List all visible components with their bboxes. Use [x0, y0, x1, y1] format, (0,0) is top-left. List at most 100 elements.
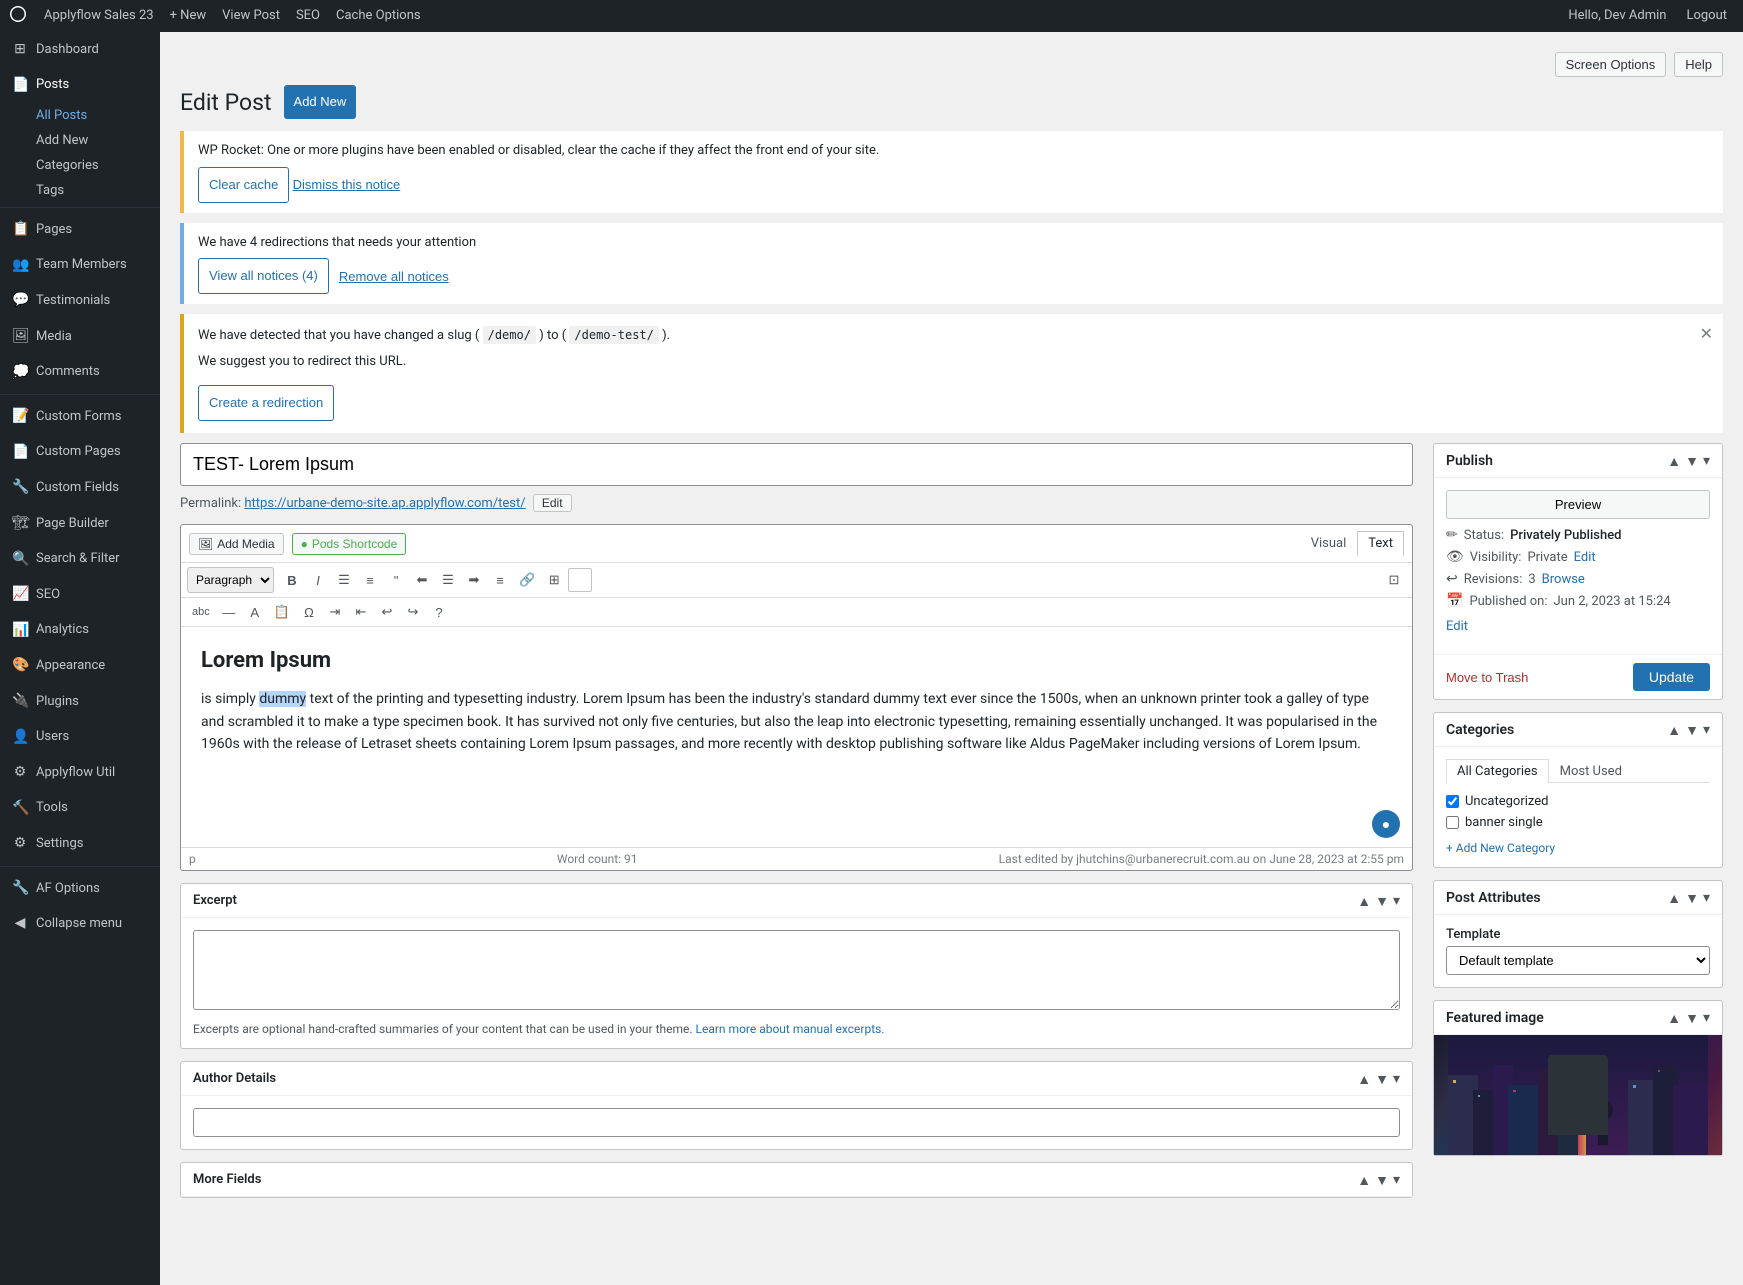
categories-expand-down[interactable]: ▼	[1685, 721, 1699, 738]
add-media-button[interactable]: 🖼 Add Media	[189, 533, 284, 555]
category-checkbox-uncategorized[interactable]	[1446, 795, 1459, 808]
sidebar-item-pages[interactable]: 📋 Pages	[0, 212, 160, 248]
most-used-tab[interactable]: Most Used	[1549, 759, 1633, 783]
seo-menu[interactable]: SEO	[288, 0, 328, 32]
blockquote-button[interactable]: "	[384, 568, 408, 592]
sidebar-item-comments[interactable]: 💭 Comments	[0, 355, 160, 391]
clear-cache-button[interactable]: Clear cache	[198, 167, 289, 203]
post-title-input[interactable]	[180, 443, 1413, 486]
featured-image-expand-down[interactable]: ▼	[1685, 1009, 1699, 1026]
add-new-button[interactable]: Add New	[284, 85, 357, 119]
sidebar-item-users[interactable]: 👤 Users	[0, 720, 160, 756]
more-fields-collapse[interactable]: ▾	[1393, 1171, 1400, 1188]
categories-expand-up[interactable]: ▲	[1667, 721, 1681, 738]
post-attributes-expand-up[interactable]: ▲	[1667, 889, 1681, 906]
paragraph-selector[interactable]: Paragraph	[187, 567, 274, 593]
table-button[interactable]: ⊞	[542, 568, 566, 592]
excerpt-learn-more[interactable]: Learn more about manual excerpts.	[696, 1022, 885, 1036]
sidebar-item-collapse[interactable]: ◀ Collapse menu	[0, 906, 160, 942]
excerpt-metabox-header[interactable]: Excerpt ▲ ▼ ▾	[181, 884, 1412, 918]
help-button[interactable]: Help	[1674, 52, 1723, 77]
special-char-button[interactable]: Ω	[297, 600, 321, 624]
paste-text-button[interactable]: 📋	[269, 600, 295, 624]
unordered-list-button[interactable]: ☰	[332, 568, 356, 592]
categories-collapse[interactable]: ▾	[1703, 721, 1710, 738]
italic-button[interactable]: I	[306, 568, 330, 592]
featured-image-expand-up[interactable]: ▲	[1667, 1009, 1681, 1026]
view-all-notices-button[interactable]: View all notices (4)	[198, 258, 329, 294]
sidebar-item-dashboard[interactable]: ⊞ Dashboard	[0, 32, 160, 68]
update-button[interactable]: Update	[1633, 663, 1710, 691]
template-select[interactable]: Default template	[1446, 946, 1710, 975]
sidebar-item-af-options[interactable]: 🔧 AF Options	[0, 871, 160, 907]
pods-shortcode-button[interactable]: ● Pods Shortcode	[292, 533, 407, 555]
visibility-edit-link[interactable]: Edit	[1574, 550, 1596, 565]
sidebar-item-team-members[interactable]: 👥 Team Members	[0, 248, 160, 284]
hr-button[interactable]: —	[217, 600, 241, 624]
edit-slug-button[interactable]: Edit	[533, 494, 572, 512]
redo-button[interactable]: ↪	[401, 600, 425, 624]
new-button[interactable]: + New	[162, 0, 215, 32]
sidebar-item-testimonials[interactable]: 💬 Testimonials	[0, 283, 160, 319]
visual-tab[interactable]: Visual	[1300, 531, 1358, 556]
align-left-button[interactable]: ⬅	[410, 568, 434, 592]
sidebar-item-analytics[interactable]: 📊 Analytics	[0, 613, 160, 649]
sidebar-item-custom-fields[interactable]: 🔧 Custom Fields	[0, 470, 160, 506]
author-expand-down[interactable]: ▼	[1375, 1070, 1389, 1087]
align-center-button[interactable]: ☰	[436, 568, 460, 592]
sidebar-item-all-posts[interactable]: All Posts	[0, 103, 160, 128]
featured-image-collapse[interactable]: ▾	[1703, 1009, 1710, 1026]
indent-button[interactable]: ⇥	[323, 600, 347, 624]
sidebar-item-settings[interactable]: ⚙ Settings	[0, 826, 160, 862]
revisions-browse-link[interactable]: Browse	[1542, 572, 1585, 587]
published-edit-link[interactable]: Edit	[1446, 619, 1468, 634]
sidebar-item-categories[interactable]: Categories	[0, 153, 160, 178]
sidebar-item-posts[interactable]: 📄 Posts	[0, 68, 160, 104]
move-to-trash-button[interactable]: Move to Trash	[1446, 670, 1528, 685]
publish-collapse[interactable]: ▾	[1703, 452, 1710, 469]
sidebar-item-add-new[interactable]: Add New	[0, 128, 160, 153]
editor-body[interactable]: Lorem Ipsum is simply dummy text of the …	[181, 627, 1412, 847]
outdent-button[interactable]: ⇤	[349, 600, 373, 624]
featured-image-body[interactable]	[1434, 1035, 1722, 1155]
more-fields-expand-down[interactable]: ▼	[1375, 1171, 1389, 1188]
more-fields-header[interactable]: More Fields ▲ ▼ ▾	[181, 1163, 1412, 1197]
publish-expand-down[interactable]: ▼	[1685, 452, 1699, 469]
strikethrough-button[interactable]: abc	[187, 600, 215, 624]
sidebar-item-custom-forms[interactable]: 📝 Custom Forms	[0, 399, 160, 435]
expand-toolbar-button[interactable]: ⊡	[1382, 568, 1406, 592]
author-collapse[interactable]: ▾	[1393, 1070, 1400, 1087]
more-fields-expand-up[interactable]: ▲	[1357, 1171, 1371, 1188]
slug-notice-close[interactable]: ✕	[1700, 324, 1713, 343]
preview-button[interactable]: Preview	[1446, 490, 1710, 519]
sidebar-item-applyflow-util[interactable]: ⚙ Applyflow Util	[0, 755, 160, 791]
editor-circle-button[interactable]: ●	[1372, 810, 1400, 838]
category-checkbox-banner-single[interactable]	[1446, 816, 1459, 829]
sidebar-item-media[interactable]: 🖼 Media	[0, 319, 160, 355]
author-input[interactable]	[193, 1108, 1400, 1137]
remove-all-notices-button[interactable]: Remove all notices	[339, 269, 449, 284]
sidebar-item-plugins[interactable]: 🔌 Plugins	[0, 684, 160, 720]
excerpt-collapse[interactable]: ▾	[1393, 892, 1400, 909]
site-name[interactable]: Applyflow Sales 23	[36, 0, 162, 32]
sidebar-item-appearance[interactable]: 🎨 Appearance	[0, 648, 160, 684]
color-button[interactable]	[568, 568, 592, 592]
bold-button[interactable]: B	[280, 568, 304, 592]
all-categories-tab[interactable]: All Categories	[1446, 759, 1549, 783]
post-attributes-expand-down[interactable]: ▼	[1685, 889, 1699, 906]
create-redirection-button[interactable]: Create a redirection	[198, 385, 334, 421]
excerpt-expand-down[interactable]: ▼	[1375, 892, 1389, 909]
publish-expand-up[interactable]: ▲	[1667, 452, 1681, 469]
view-post-link[interactable]: View Post	[214, 0, 288, 32]
sidebar-item-tools[interactable]: 🔨 Tools	[0, 791, 160, 827]
cache-options[interactable]: Cache Options	[328, 0, 429, 32]
excerpt-textarea[interactable]	[193, 930, 1400, 1010]
post-attributes-collapse[interactable]: ▾	[1703, 889, 1710, 906]
sidebar-item-search-filter[interactable]: 🔍 Search & Filter	[0, 542, 160, 578]
sidebar-item-custom-pages[interactable]: 📄 Custom Pages	[0, 435, 160, 471]
dismiss-notice-button[interactable]: Dismiss this notice	[293, 177, 401, 192]
sidebar-item-tags[interactable]: Tags	[0, 178, 160, 203]
author-expand-up[interactable]: ▲	[1357, 1070, 1371, 1087]
ordered-list-button[interactable]: ≡	[358, 568, 382, 592]
text-tab[interactable]: Text	[1357, 531, 1404, 556]
